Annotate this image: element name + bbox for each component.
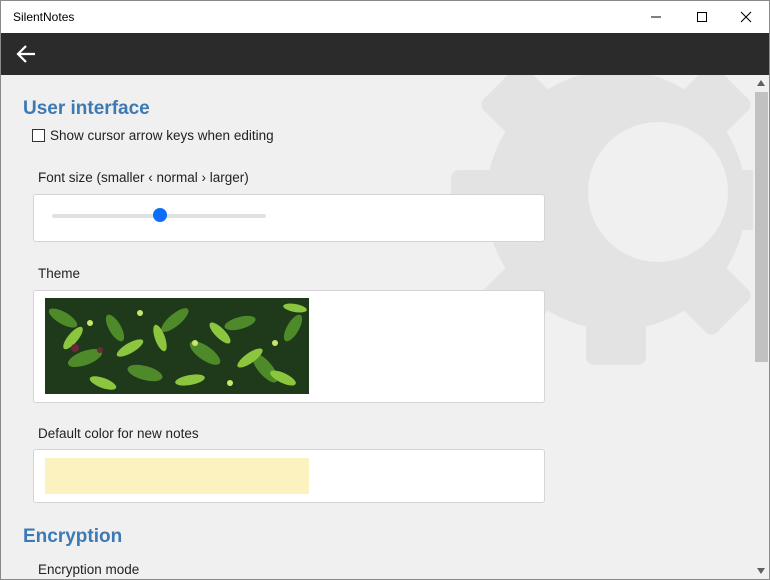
minimize-button[interactable] bbox=[633, 1, 679, 33]
default-color-label: Default color for new notes bbox=[38, 426, 199, 441]
chevron-up-icon bbox=[757, 80, 765, 86]
app-window: SilentNotes User interface Show cursor a… bbox=[0, 0, 770, 580]
show-cursor-keys-checkbox[interactable] bbox=[32, 129, 45, 142]
vertical-scrollbar[interactable] bbox=[753, 75, 769, 579]
window-title: SilentNotes bbox=[13, 10, 75, 24]
scroll-up-button[interactable] bbox=[753, 75, 769, 91]
minimize-icon bbox=[651, 16, 661, 18]
font-size-label: Font size (smaller ‹ normal › larger) bbox=[38, 170, 249, 185]
theme-label: Theme bbox=[38, 266, 81, 281]
scroll-thumb[interactable] bbox=[755, 92, 768, 362]
back-button[interactable] bbox=[9, 39, 43, 69]
font-size-panel bbox=[33, 194, 545, 242]
scroll-down-button[interactable] bbox=[753, 563, 769, 579]
show-cursor-keys-label: Show cursor arrow keys when editing bbox=[50, 128, 274, 143]
theme-selector[interactable] bbox=[45, 298, 309, 394]
title-bar: SilentNotes bbox=[1, 1, 769, 33]
default-color-selector[interactable] bbox=[45, 458, 309, 494]
encryption-mode-label: Encryption mode bbox=[38, 562, 140, 577]
show-cursor-keys-option[interactable]: Show cursor arrow keys when editing bbox=[32, 128, 274, 143]
encryption-heading: Encryption bbox=[23, 526, 123, 547]
arrow-left-icon bbox=[16, 45, 35, 63]
settings-content: User interface Show cursor arrow keys wh… bbox=[1, 75, 753, 579]
toolbar bbox=[1, 33, 769, 75]
maximize-button[interactable] bbox=[679, 1, 725, 33]
green-leaves-theme-image bbox=[45, 298, 309, 394]
font-size-slider-thumb[interactable] bbox=[153, 208, 167, 222]
maximize-icon bbox=[697, 12, 707, 22]
close-button[interactable] bbox=[723, 1, 769, 33]
default-color-panel bbox=[33, 449, 545, 503]
theme-panel bbox=[33, 290, 545, 403]
chevron-down-icon bbox=[757, 568, 765, 574]
user-interface-heading: User interface bbox=[23, 98, 150, 119]
close-icon bbox=[740, 11, 752, 23]
